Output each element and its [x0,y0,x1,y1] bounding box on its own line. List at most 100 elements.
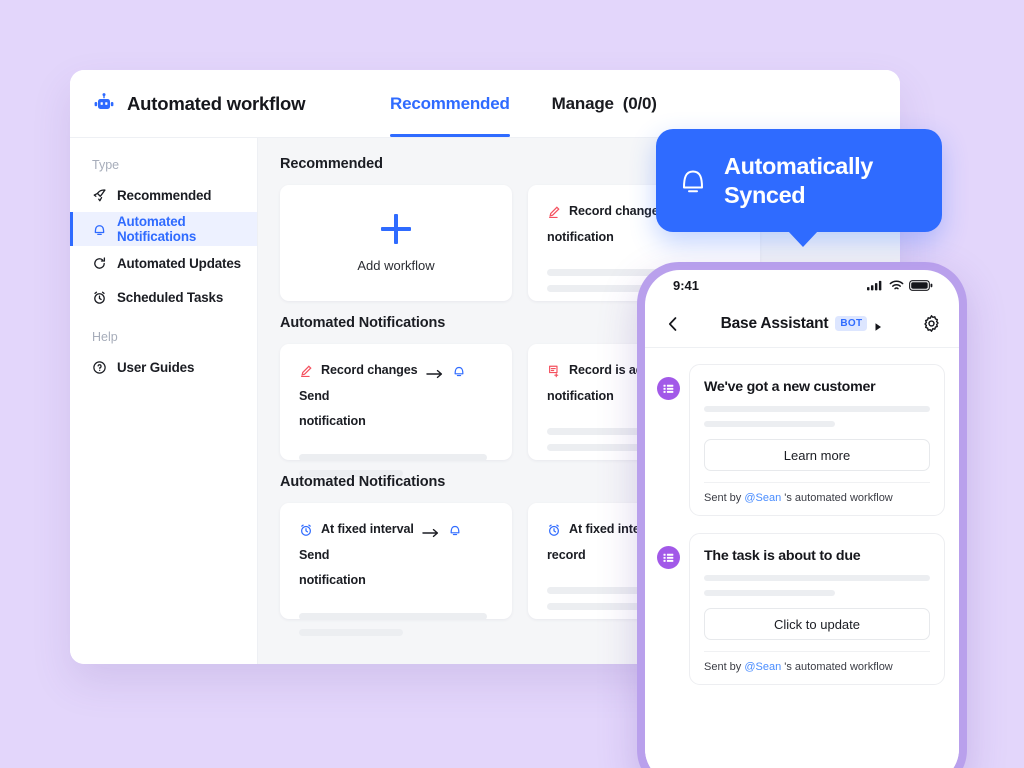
footer-suffix: 's automated workflow [781,661,893,673]
footer-suffix: 's automated workflow [781,492,893,504]
sidebar-item-label: Automated Updates [117,255,241,271]
sidebar-item-label: Scheduled Tasks [117,289,224,305]
callout-line-2: Synced [724,181,806,208]
tab-manage[interactable]: Manage (0/0) [552,70,657,137]
sidebar-item-automated-updates[interactable]: Automated Updates [70,246,257,280]
callout-text: Automatically Synced [724,152,873,209]
phone-mockup: 9:41 Base Assistant BOT We've got a new … [637,262,967,768]
workflow-action-label: Send [299,388,330,403]
footer-prefix: Sent by [704,661,745,673]
sidebar-item-label: User Guides [117,359,195,375]
sidebar-item-scheduled-tasks[interactable]: Scheduled Tasks [70,280,257,314]
status-time: 9:41 [673,277,700,293]
pencil-icon [547,205,561,219]
workflow-action-label: Send [299,547,330,562]
chat-list: We've got a new customer Learn more Sent… [645,348,959,768]
sidebar-item-automated-notifications[interactable]: Automated Notifications [70,212,257,246]
question-circle-icon [92,360,107,375]
phone-screen: 9:41 Base Assistant BOT We've got a new … [645,270,959,768]
list-icon [662,382,675,395]
sidebar-item-label: Automated Notifications [117,214,197,244]
cellular-signal-icon [867,280,884,291]
skeleton-line [299,628,403,636]
workflow-subtitle: notification [299,573,366,588]
skeleton-line [704,421,836,427]
workflow-trigger-label: Record changes [569,204,666,218]
callout-line-1: Automatically [724,152,873,179]
rocket-icon [92,188,107,203]
bell-icon [678,165,708,197]
sidebar-group-type-label: Type [92,158,120,172]
robot-icon [92,92,116,116]
chat-message: We've got a new customer Learn more Sent… [657,364,945,516]
phone-nav-title-group: Base Assistant BOT [645,315,959,333]
sidebar: Type Recommended Automated Notifications… [70,138,258,664]
alarm-clock-icon [299,523,313,537]
refresh-icon [92,256,107,271]
bell-icon [452,364,466,378]
workflow-card[interactable]: Record changes Send notification [280,344,512,477]
chat-bubble: The task is about to due Click to update… [689,533,945,685]
footer-prefix: Sent by [704,492,745,504]
chat-bubble-title: We've got a new customer [704,379,876,395]
workflow-card-head: Record changes Send notification [299,361,493,432]
skeleton-line [547,285,651,293]
sidebar-item-recommended[interactable]: Recommended [70,178,257,212]
tab-manage-label: Manage [551,93,614,113]
click-to-update-button[interactable]: Click to update [704,608,930,640]
battery-icon [909,279,933,291]
tab-bar: Recommended Manage (0/0) [390,70,657,137]
chevron-left-icon[interactable] [663,314,683,334]
arrow-right-icon [422,525,440,537]
phone-status-bar: 9:41 [645,270,959,300]
phone-nav-bar: Base Assistant BOT [645,300,959,348]
tab-manage-count: (0/0) [622,93,657,113]
workflow-trigger-label: Record changes [321,363,418,377]
skeleton-line [299,612,487,620]
sidebar-item-label: Recommended [117,187,212,203]
add-workflow-label: Add workflow [357,257,435,273]
plus-icon [381,213,411,244]
pencil-icon [299,364,313,378]
arrow-right-icon [425,366,444,378]
skeleton-line [704,406,930,412]
bell-icon [448,523,462,537]
bot-badge: BOT [835,316,868,331]
record-add-icon [547,364,561,378]
workflow-card[interactable]: At fixed interval Send notification [280,503,512,636]
bell-icon [92,222,107,237]
automatically-synced-callout: Automatically Synced [656,129,942,247]
tab-recommended-label: Recommended [390,93,510,113]
click-to-update-label: Click to update [774,616,860,632]
phone-nav-title: Base Assistant [720,314,829,332]
workflow-subtitle: notification [299,414,366,429]
skeleton-lines [299,612,493,636]
wifi-icon [889,279,904,291]
avatar [657,377,680,400]
skeleton-line [704,575,930,581]
alarm-clock-icon [92,290,107,305]
mention-link[interactable]: @Sean [744,661,781,673]
gear-icon[interactable] [922,314,941,333]
workflow-trigger-label: At fixed interval [321,522,414,536]
learn-more-label: Learn more [783,447,851,463]
chat-bubble: We've got a new customer Learn more Sent… [689,364,945,516]
mention-link[interactable]: @Sean [744,492,781,504]
skeleton-line [299,453,487,461]
sidebar-group-help-label: Help [92,330,118,344]
chat-bubble-footer: Sent by @Sean 's automated workflow [704,482,930,504]
alarm-clock-icon [547,523,561,537]
skeleton-line [704,590,836,596]
chat-bubble-title: The task is about to due [704,548,861,564]
chat-bubble-footer: Sent by @Sean 's automated workflow [704,651,930,673]
callout-tail [788,231,818,247]
tab-recommended[interactable]: Recommended [390,70,510,137]
caret-right-icon [874,319,883,331]
list-icon [662,551,675,564]
sidebar-item-user-guides[interactable]: User Guides [70,350,257,384]
brand: Automated workflow [70,92,390,116]
app-header: Automated workflow Recommended Manage (0… [70,70,900,138]
add-workflow-card[interactable]: Add workflow [280,185,512,301]
workflow-card-head: At fixed interval Send notification [299,520,493,591]
learn-more-button[interactable]: Learn more [704,439,930,471]
